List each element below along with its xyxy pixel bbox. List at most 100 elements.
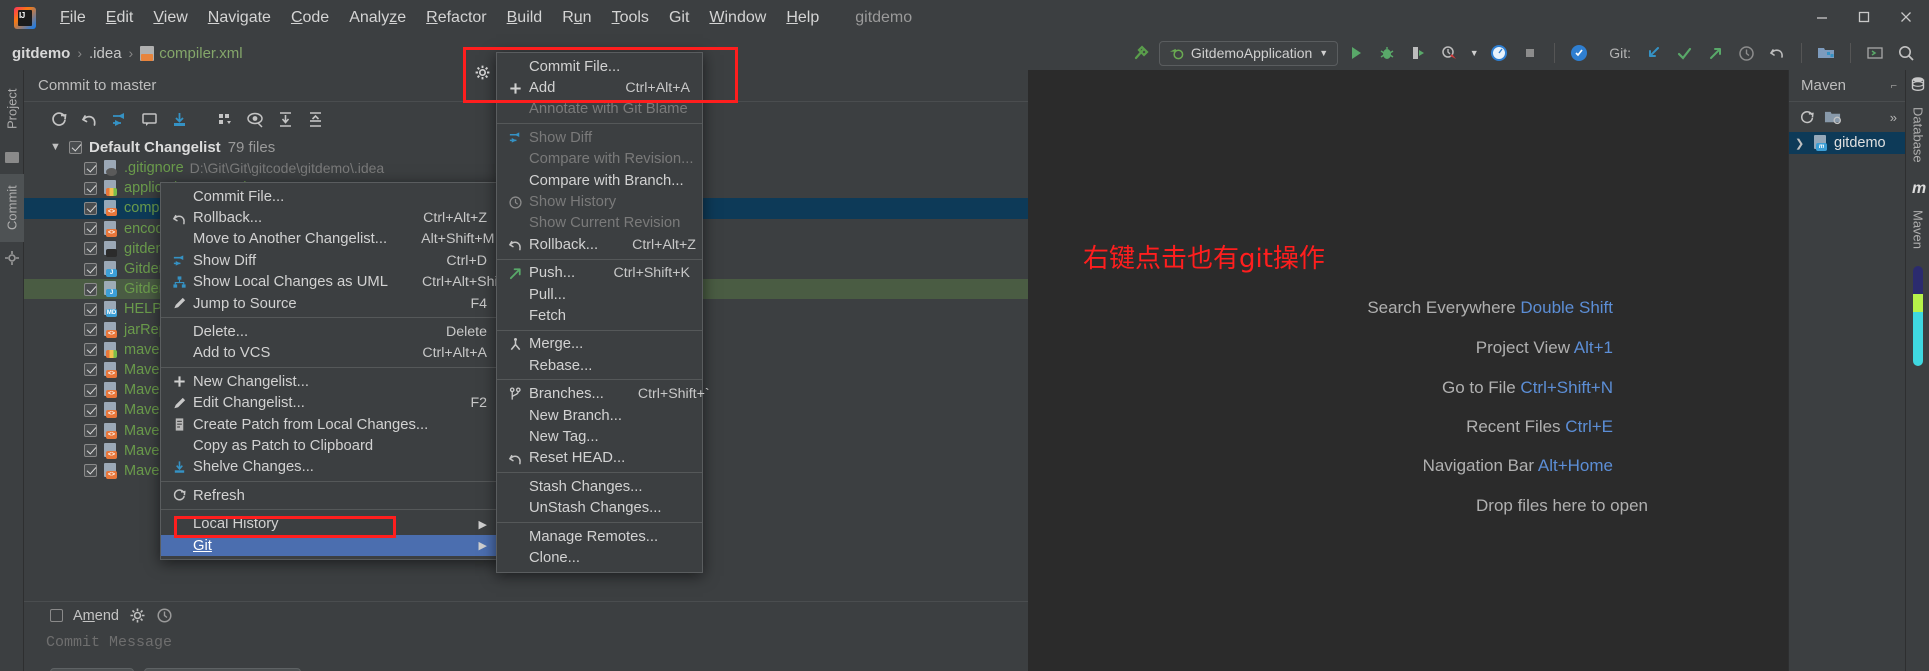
- menu-item-build[interactable]: Build: [497, 6, 553, 30]
- rollback-icon[interactable]: [76, 106, 102, 132]
- attach-profiler-icon[interactable]: [1486, 40, 1512, 66]
- undo-icon[interactable]: [1764, 40, 1790, 66]
- menu-item[interactable]: Rollback... Ctrl+Alt+Z: [497, 234, 702, 255]
- comment-icon[interactable]: [136, 106, 162, 132]
- menu-item[interactable]: Push... Ctrl+Shift+K: [497, 263, 702, 284]
- menu-item[interactable]: Rebase...: [497, 355, 702, 376]
- git-submenu[interactable]: Commit File... Add Ctrl+Alt+A Annotate with…: [496, 52, 710, 573]
- menu-item-git[interactable]: Git: [659, 6, 699, 30]
- menu-item-file[interactable]: File: [50, 6, 96, 30]
- project-structure-icon[interactable]: [1813, 40, 1839, 66]
- settings-gear-icon[interactable]: [474, 64, 491, 81]
- sidebar-item-maven[interactable]: Maven: [1906, 202, 1929, 258]
- file-checkbox[interactable]: [84, 262, 97, 276]
- menu-item-code[interactable]: Code: [281, 6, 339, 30]
- menu-item-help[interactable]: Help: [776, 6, 829, 30]
- menu-item-navigate[interactable]: Navigate: [198, 6, 281, 30]
- menu-item[interactable]: New Branch...: [497, 405, 702, 426]
- history-clock-icon[interactable]: [1733, 40, 1759, 66]
- chevron-down-icon[interactable]: ▼: [1467, 40, 1481, 66]
- sidebar-item-project[interactable]: Project: [0, 76, 24, 142]
- file-checkbox[interactable]: [84, 383, 97, 397]
- stop-button[interactable]: [1517, 40, 1543, 66]
- file-checkbox[interactable]: [84, 302, 97, 316]
- menu-item[interactable]: Create Patch from Local Changes...: [161, 414, 499, 435]
- maven-title-extra-icon[interactable]: ⌐: [1891, 80, 1897, 92]
- menu-item-window[interactable]: Window: [699, 6, 776, 30]
- menu-item[interactable]: Pull...: [497, 284, 702, 305]
- push-arrow-icon[interactable]: [1702, 40, 1728, 66]
- menu-item[interactable]: Rollback... Ctrl+Alt+Z: [161, 207, 499, 228]
- file-checkbox[interactable]: [84, 424, 97, 438]
- maven-root-node[interactable]: ❯ m gitdemo: [1789, 132, 1905, 154]
- menu-item-refactor[interactable]: Refactor: [416, 6, 496, 30]
- menu-item[interactable]: Manage Remotes...: [497, 526, 702, 547]
- file-checkbox[interactable]: [84, 444, 97, 458]
- menu-item-run[interactable]: Run: [552, 6, 601, 30]
- preview-eye-icon[interactable]: [242, 106, 268, 132]
- breadcrumb-project[interactable]: gitdemo: [12, 45, 70, 62]
- menu-item[interactable]: Commit File...: [161, 186, 499, 207]
- profiler-button[interactable]: [1436, 40, 1462, 66]
- context-menu[interactable]: Commit File... Rollback... Ctrl+Alt+Z Move …: [160, 182, 524, 561]
- menu-item[interactable]: Move to Another Changelist... Alt+Shift+M: [161, 229, 499, 250]
- menu-item[interactable]: Reset HEAD...: [497, 448, 702, 469]
- show-diff-icon[interactable]: [106, 106, 132, 132]
- file-checkbox[interactable]: [84, 201, 97, 215]
- menu-item[interactable]: Fetch: [497, 305, 702, 326]
- file-checkbox[interactable]: [84, 222, 97, 236]
- file-checkbox[interactable]: [84, 363, 97, 377]
- menu-item[interactable]: Git ▶: [161, 534, 499, 557]
- gear-icon[interactable]: [129, 607, 146, 624]
- debug-button[interactable]: [1374, 40, 1400, 66]
- menu-item[interactable]: Merge...: [497, 334, 702, 355]
- memory-indicator[interactable]: [1913, 266, 1923, 366]
- file-checkbox[interactable]: [84, 323, 97, 337]
- collapse-all-icon[interactable]: [302, 106, 328, 132]
- file-checkbox[interactable]: [84, 403, 97, 417]
- chevron-right-icon[interactable]: ❯: [1795, 137, 1807, 150]
- menu-item-view[interactable]: View: [143, 6, 197, 30]
- menu-item[interactable]: Commit File...: [497, 56, 702, 77]
- build-hammer-icon[interactable]: [1128, 40, 1154, 66]
- shelve-icon[interactable]: [166, 106, 192, 132]
- reload-projects-icon[interactable]: [1799, 109, 1816, 126]
- structure-icon[interactable]: [4, 250, 20, 266]
- menu-item[interactable]: New Tag...: [497, 426, 702, 447]
- menu-item-tools[interactable]: Tools: [602, 6, 659, 30]
- menu-item[interactable]: Shelve Changes...: [161, 457, 499, 478]
- maximize-button[interactable]: [1851, 4, 1877, 30]
- menu-item-analyze[interactable]: Analyze: [339, 6, 416, 30]
- chevron-down-icon[interactable]: ▼: [50, 141, 62, 153]
- menu-item[interactable]: Add to VCS Ctrl+Alt+A: [161, 343, 499, 364]
- file-checkbox[interactable]: [84, 181, 97, 195]
- close-button[interactable]: [1893, 4, 1919, 30]
- expand-all-icon[interactable]: [272, 106, 298, 132]
- maven-more-icon[interactable]: »: [1890, 110, 1897, 125]
- menu-item[interactable]: Edit Changelist... F2: [161, 393, 499, 414]
- add-maven-project-icon[interactable]: [1824, 109, 1842, 126]
- file-checkbox[interactable]: [84, 161, 97, 175]
- changelist-checkbox[interactable]: [69, 140, 82, 154]
- inspections-icon[interactable]: [1566, 40, 1592, 66]
- commit-message-input[interactable]: Commit Message: [24, 629, 1028, 669]
- menu-item[interactable]: Clone...: [497, 547, 702, 568]
- file-checkbox[interactable]: [84, 464, 97, 478]
- sidebar-item-database[interactable]: Database: [1906, 98, 1929, 172]
- run-button[interactable]: [1343, 40, 1369, 66]
- menu-item[interactable]: Stash Changes...: [497, 476, 702, 497]
- menu-item[interactable]: New Changelist...: [161, 371, 499, 392]
- menu-item[interactable]: Local History ▶: [161, 513, 499, 534]
- sidebar-item-commit[interactable]: Commit: [0, 174, 24, 242]
- menu-item[interactable]: Jump to Source F4: [161, 293, 499, 314]
- file-checkbox[interactable]: [84, 242, 97, 256]
- menu-item[interactable]: Copy as Patch to Clipboard: [161, 435, 499, 456]
- run-configuration-selector[interactable]: GitdemoApplication ▼: [1158, 40, 1339, 66]
- update-project-icon[interactable]: [1640, 40, 1666, 66]
- terminal-icon[interactable]: [1862, 40, 1888, 66]
- menu-item-edit[interactable]: Edit: [96, 6, 144, 30]
- breadcrumb-folder[interactable]: .idea: [89, 45, 122, 62]
- run-with-coverage-button[interactable]: [1405, 40, 1431, 66]
- menu-item[interactable]: Branches... Ctrl+Shift+`: [497, 383, 710, 404]
- menu-item[interactable]: Show Diff Ctrl+D: [161, 250, 499, 271]
